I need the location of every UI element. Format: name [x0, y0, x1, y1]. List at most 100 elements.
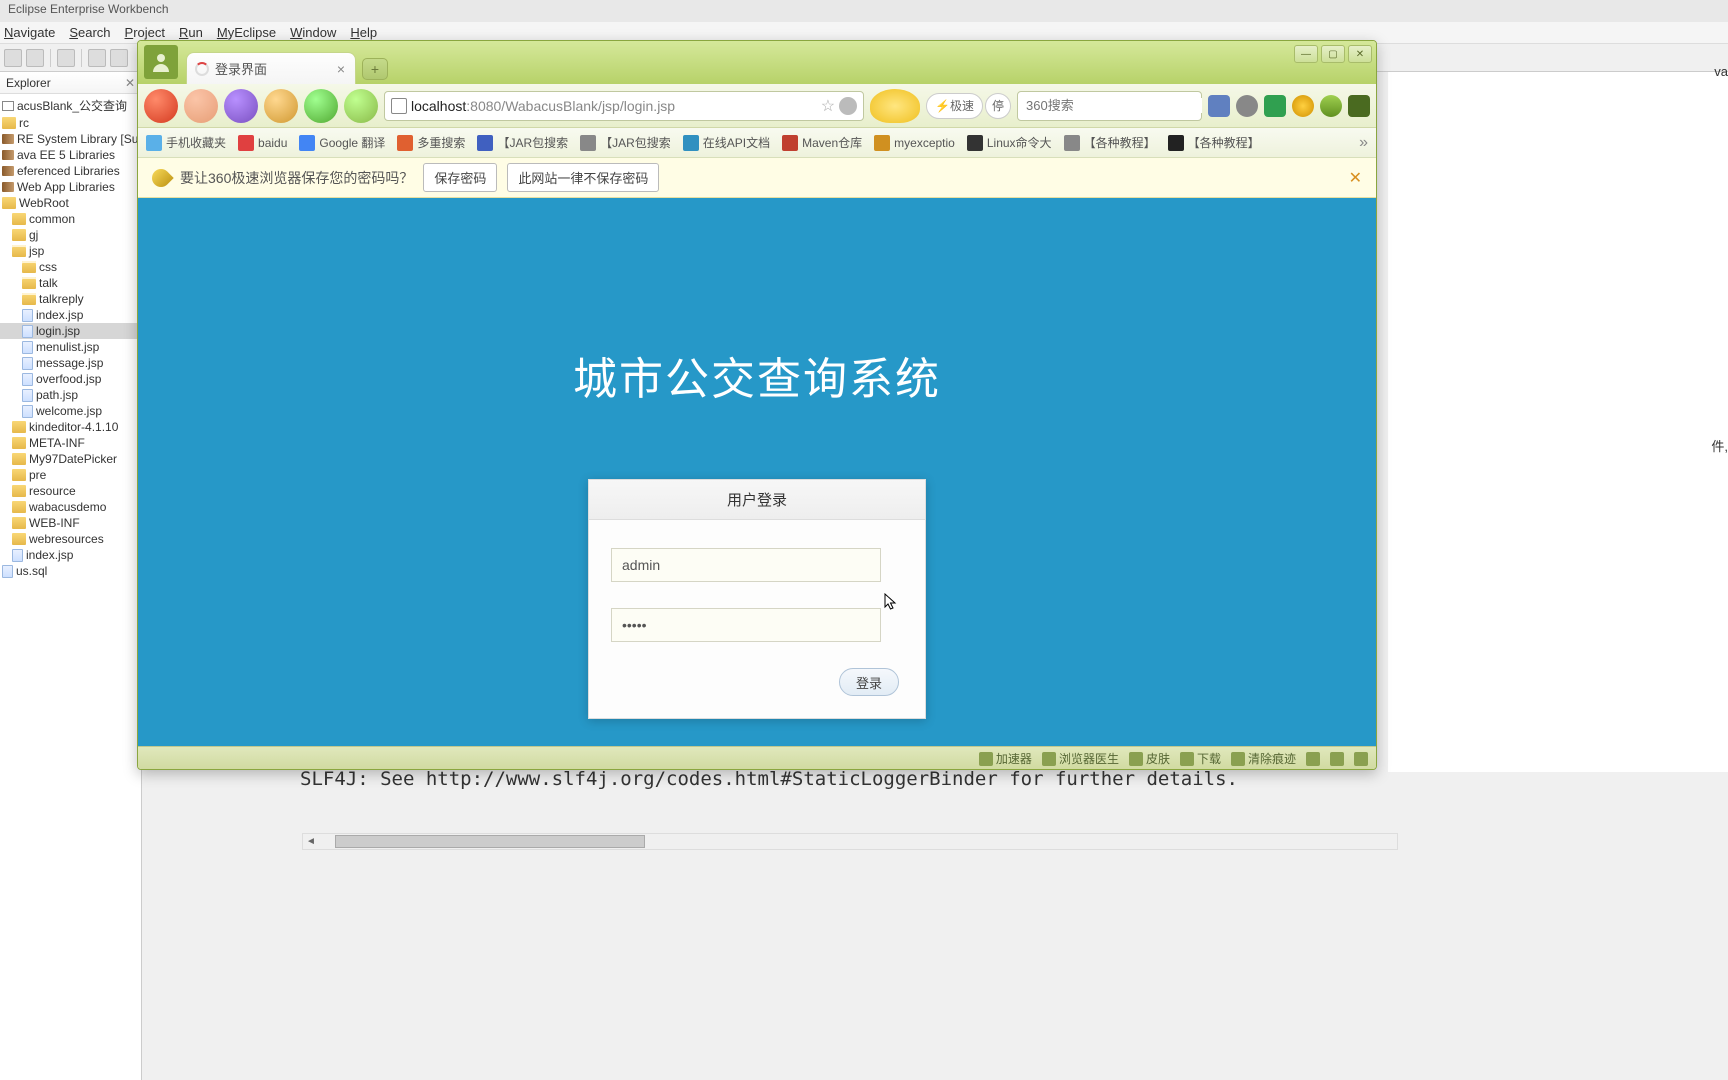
status-item[interactable]: 皮肤 — [1129, 750, 1170, 767]
zoom-icon[interactable] — [1354, 752, 1368, 766]
maximize-button[interactable]: ▢ — [1321, 45, 1345, 63]
favorites-icon[interactable] — [344, 89, 378, 123]
tree-item[interactable]: resource — [0, 483, 141, 499]
bookmark-item[interactable]: Linux命令大 — [967, 134, 1052, 151]
tree-item[interactable]: talk — [0, 275, 141, 291]
user-avatar-icon[interactable] — [144, 45, 178, 79]
tree-item[interactable]: index.jsp — [0, 547, 141, 563]
bookmark-item[interactable]: 【各种教程】 — [1168, 134, 1260, 151]
extension-icon[interactable] — [1320, 95, 1342, 117]
bookmark-item[interactable]: 【JAR包搜索 — [477, 134, 568, 151]
tree-item[interactable]: webresources — [0, 531, 141, 547]
minimize-button[interactable]: — — [1294, 45, 1318, 63]
tree-item[interactable]: us.sql — [0, 563, 141, 579]
tree-item[interactable]: ava EE 5 Libraries — [0, 147, 141, 163]
bookmark-item[interactable]: 多重搜索 — [397, 134, 465, 151]
tree-item[interactable]: path.jsp — [0, 387, 141, 403]
toolbar-icon[interactable] — [57, 49, 75, 67]
tree-item[interactable]: jsp — [0, 243, 141, 259]
status-item[interactable]: 浏览器医生 — [1042, 750, 1119, 767]
tree-item[interactable]: message.jsp — [0, 355, 141, 371]
menu-project[interactable]: Project — [125, 25, 165, 40]
menu-run[interactable]: Run — [179, 25, 203, 40]
tree-item[interactable]: RE System Library [Sun JD — [0, 131, 141, 147]
bookmark-item[interactable]: 手机收藏夹 — [146, 134, 226, 151]
bookmark-item[interactable]: baidu — [238, 135, 287, 151]
browser-tab[interactable]: 登录界面 × — [186, 52, 356, 84]
tree-item[interactable]: WebRoot — [0, 195, 141, 211]
username-input[interactable] — [611, 548, 881, 582]
tree-item[interactable]: css — [0, 259, 141, 275]
toolbar-icon[interactable] — [4, 49, 22, 67]
tree-item[interactable]: pre — [0, 467, 141, 483]
extension-icon[interactable] — [1236, 95, 1258, 117]
bookmark-item[interactable]: Google 翻译 — [299, 134, 385, 151]
forward-icon[interactable] — [184, 89, 218, 123]
prompt-close-icon[interactable]: ✕ — [1349, 168, 1362, 188]
tree-item[interactable]: common — [0, 211, 141, 227]
tree-item[interactable]: kindeditor-4.1.10 — [0, 419, 141, 435]
tab-close-icon[interactable]: × — [337, 61, 345, 77]
close-icon[interactable]: ✕ — [125, 76, 135, 90]
tree-item[interactable]: META-INF — [0, 435, 141, 451]
fullscreen-icon[interactable] — [1330, 752, 1344, 766]
scroll-thumb[interactable] — [335, 835, 645, 848]
tree-item[interactable]: WEB-INF — [0, 515, 141, 531]
toolbar-icon[interactable] — [88, 49, 106, 67]
address-bar[interactable]: localhost:8080/WabacusBlank/jsp/login.js… — [384, 91, 864, 121]
tree-item[interactable]: rc — [0, 115, 141, 131]
bookmark-item[interactable]: 【JAR包搜索 — [580, 134, 671, 151]
restore-icon[interactable] — [304, 89, 338, 123]
tree-item[interactable]: menulist.jsp — [0, 339, 141, 355]
close-button[interactable]: ✕ — [1348, 45, 1372, 63]
tree-item[interactable]: overfood.jsp — [0, 371, 141, 387]
banana-icon[interactable] — [870, 89, 920, 123]
tree-item[interactable]: welcome.jsp — [0, 403, 141, 419]
tree-item[interactable]: acusBlank_公交查询 — [0, 96, 141, 115]
status-item[interactable]: 下载 — [1180, 750, 1221, 767]
bookmark-item[interactable]: myexceptio — [874, 135, 955, 151]
home-icon[interactable] — [264, 89, 298, 123]
adblock-icon[interactable] — [1264, 95, 1286, 117]
search-input[interactable] — [1026, 98, 1202, 113]
volume-icon[interactable] — [1306, 752, 1320, 766]
url-dropdown-icon[interactable] — [839, 97, 857, 115]
extension-icon[interactable] — [1292, 95, 1314, 117]
menu-icon[interactable] — [1348, 95, 1370, 117]
extension-icon[interactable] — [1208, 95, 1230, 117]
url-text[interactable]: localhost:8080/WabacusBlank/jsp/login.js… — [411, 98, 817, 114]
menu-search[interactable]: Search — [69, 25, 110, 40]
stop-button[interactable]: 停 — [985, 93, 1011, 119]
tree-item[interactable]: login.jsp — [0, 323, 141, 339]
bookmark-item[interactable]: 在线API文档 — [683, 134, 770, 151]
menu-navigate[interactable]: Navigate — [4, 25, 55, 40]
menu-help[interactable]: Help — [350, 25, 377, 40]
bookmark-item[interactable]: Maven仓库 — [782, 134, 862, 151]
tree-item[interactable]: eferenced Libraries — [0, 163, 141, 179]
login-button[interactable]: 登录 — [839, 668, 899, 696]
toolbar-icon[interactable] — [26, 49, 44, 67]
horizontal-scrollbar[interactable]: ◄ — [302, 833, 1398, 850]
bookmark-star-icon[interactable]: ☆ — [821, 96, 835, 116]
bookmark-item[interactable]: 【各种教程】 — [1064, 134, 1156, 151]
save-password-button[interactable]: 保存密码 — [423, 163, 497, 192]
menu-window[interactable]: Window — [290, 25, 336, 40]
never-save-button[interactable]: 此网站一律不保存密码 — [507, 163, 659, 192]
status-item[interactable]: 加速器 — [979, 750, 1032, 767]
tree-item[interactable]: gj — [0, 227, 141, 243]
tree-item[interactable]: wabacusdemo — [0, 499, 141, 515]
tree-item[interactable]: Web App Libraries — [0, 179, 141, 195]
back-icon[interactable] — [144, 89, 178, 123]
tree-item[interactable]: talkreply — [0, 291, 141, 307]
new-tab-button[interactable]: + — [362, 58, 388, 80]
password-input[interactable] — [611, 608, 881, 642]
toolbar-icon[interactable] — [110, 49, 128, 67]
bookmarks-more-icon[interactable]: » — [1359, 134, 1368, 152]
menu-myeclipse[interactable]: MyEclipse — [217, 25, 276, 40]
tree-item[interactable]: index.jsp — [0, 307, 141, 323]
refresh-icon[interactable] — [224, 89, 258, 123]
tree-item[interactable]: My97DatePicker — [0, 451, 141, 467]
status-item[interactable]: 清除痕迹 — [1231, 750, 1296, 767]
scroll-left-icon[interactable]: ◄ — [303, 834, 319, 849]
speed-mode-button[interactable]: ⚡极速 — [926, 93, 983, 119]
